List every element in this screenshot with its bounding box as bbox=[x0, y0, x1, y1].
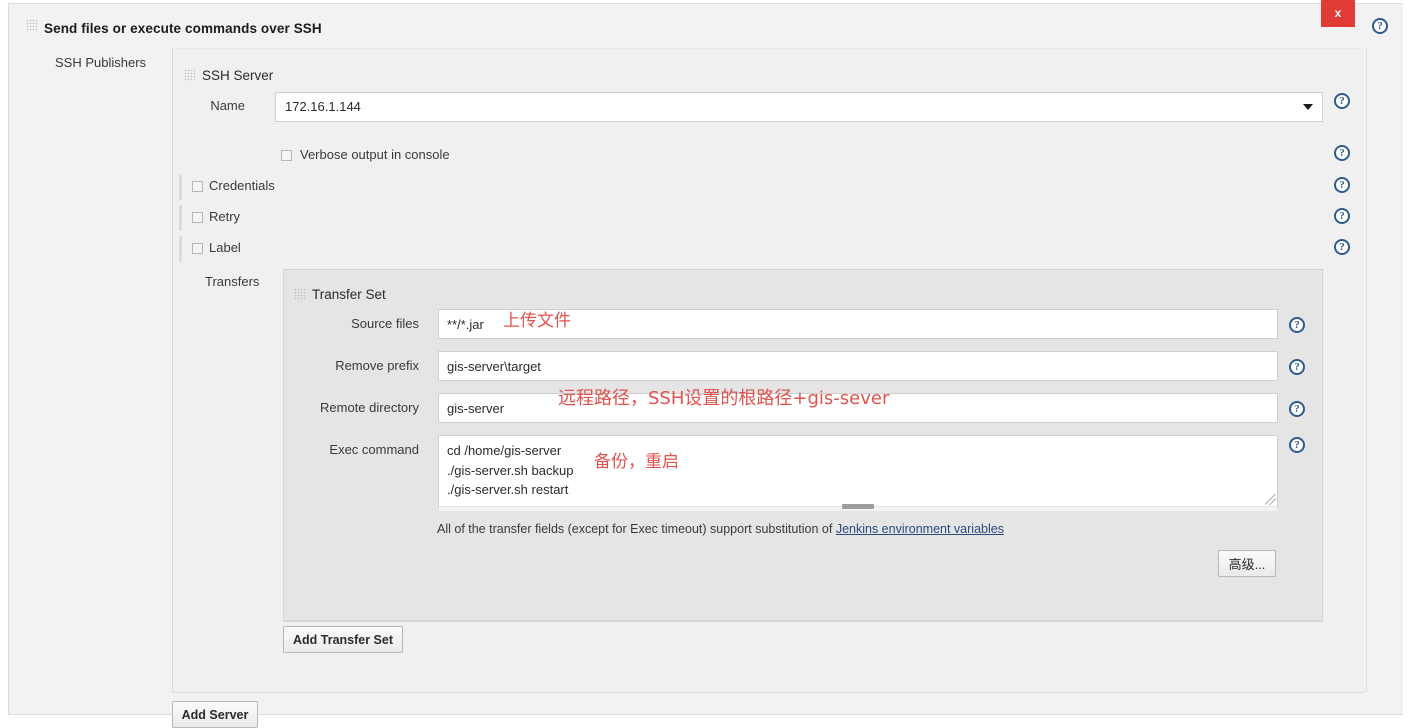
source-files-input[interactable] bbox=[438, 309, 1278, 339]
help-icon-verbose[interactable] bbox=[1334, 145, 1350, 161]
credentials-checkbox[interactable] bbox=[192, 181, 203, 192]
label-stripe bbox=[179, 236, 182, 262]
help-icon-credentials[interactable] bbox=[1334, 177, 1350, 193]
dialog-window: Send files or execute commands over SSH … bbox=[8, 3, 1403, 715]
advanced-button[interactable]: 高级... bbox=[1218, 550, 1276, 577]
transfers-section-label: Transfers bbox=[205, 274, 259, 289]
remote-directory-label: Remote directory bbox=[269, 400, 419, 415]
remote-directory-input[interactable] bbox=[438, 393, 1278, 423]
ssh-server-name-select[interactable]: 172.16.1.144 bbox=[275, 92, 1323, 122]
credentials-label: Credentials bbox=[209, 178, 275, 193]
retry-stripe bbox=[179, 205, 182, 231]
remove-prefix-label: Remove prefix bbox=[269, 358, 419, 373]
help-icon-remote-directory[interactable] bbox=[1289, 401, 1305, 417]
name-select-wrapper: 172.16.1.144 bbox=[275, 92, 1323, 122]
retry-checkbox[interactable] bbox=[192, 212, 203, 223]
dialog-title-bar: Send files or execute commands over SSH bbox=[9, 4, 1403, 48]
source-files-label: Source files bbox=[269, 316, 419, 331]
drag-grip-icon[interactable] bbox=[184, 69, 195, 81]
substitution-note-text: All of the transfer fields (except for E… bbox=[437, 522, 836, 536]
panel-bottom-divider bbox=[172, 692, 1364, 693]
ssh-server-panel-title: SSH Server bbox=[202, 68, 273, 83]
name-field-label: Name bbox=[205, 98, 245, 113]
exec-command-textarea[interactable]: cd /home/gis-server ./gis-server.sh back… bbox=[438, 435, 1278, 507]
gutter-divider bbox=[1366, 48, 1367, 692]
label-checkbox[interactable] bbox=[192, 243, 203, 254]
help-icon-name[interactable] bbox=[1334, 93, 1350, 109]
dialog-title: Send files or execute commands over SSH bbox=[44, 21, 322, 36]
add-transfer-set-button[interactable]: Add Transfer Set bbox=[283, 626, 403, 653]
substitution-note: All of the transfer fields (except for E… bbox=[437, 522, 1004, 536]
help-icon-retry[interactable] bbox=[1334, 208, 1350, 224]
help-icon-label[interactable] bbox=[1334, 239, 1350, 255]
exec-command-scrollbar-thumb[interactable] bbox=[842, 504, 874, 509]
label-label: Label bbox=[209, 240, 241, 255]
jenkins-env-variables-link[interactable]: Jenkins environment variables bbox=[836, 522, 1004, 536]
verbose-output-checkbox[interactable] bbox=[281, 150, 292, 161]
verbose-output-label: Verbose output in console bbox=[300, 147, 450, 162]
drag-grip-icon[interactable] bbox=[294, 288, 305, 300]
transfer-set-panel-title: Transfer Set bbox=[312, 287, 386, 302]
remove-prefix-input[interactable] bbox=[438, 351, 1278, 381]
add-server-button[interactable]: Add Server bbox=[172, 701, 258, 728]
exec-command-label: Exec command bbox=[259, 442, 419, 457]
help-icon-remove-prefix[interactable] bbox=[1289, 359, 1305, 375]
help-icon-exec-command[interactable] bbox=[1289, 437, 1305, 453]
help-icon-source-files[interactable] bbox=[1289, 317, 1305, 333]
close-button[interactable]: x bbox=[1321, 0, 1355, 27]
credentials-stripe bbox=[179, 174, 182, 200]
help-icon-dialog[interactable] bbox=[1372, 18, 1388, 34]
sidebar-section-label: SSH Publishers bbox=[55, 55, 146, 70]
drag-grip-icon[interactable] bbox=[26, 19, 38, 32]
transfer-set-divider bbox=[284, 620, 1322, 621]
retry-label: Retry bbox=[209, 209, 240, 224]
